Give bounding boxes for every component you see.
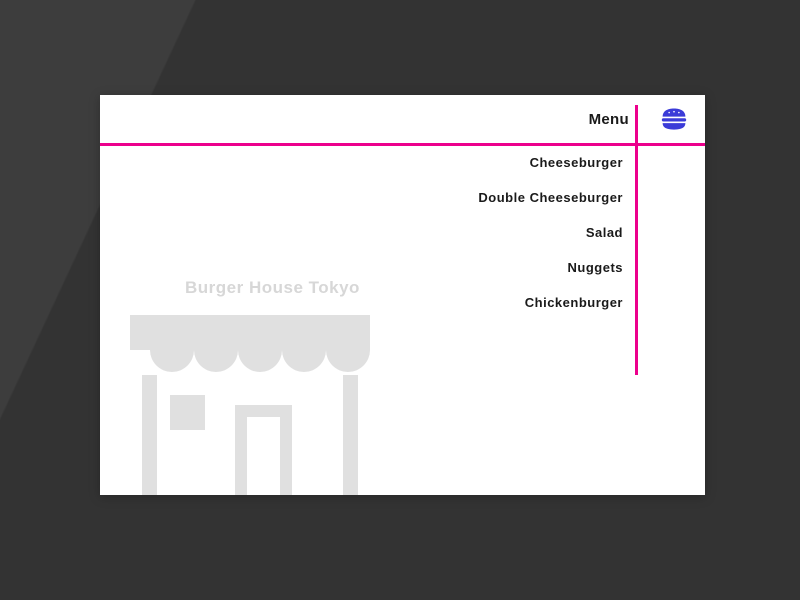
burger-icon[interactable] <box>661 108 687 130</box>
storefront-icon <box>120 295 380 495</box>
menu-list: Cheeseburger Double Cheeseburger Salad N… <box>478 155 623 310</box>
page-title: Menu <box>589 111 629 128</box>
horizontal-divider <box>100 143 705 146</box>
vertical-divider <box>635 105 638 375</box>
menu-item-nuggets[interactable]: Nuggets <box>478 260 623 275</box>
menu-item-salad[interactable]: Salad <box>478 225 623 240</box>
menu-item-cheeseburger[interactable]: Cheeseburger <box>478 155 623 170</box>
app-card: Menu Cheeseburger Double Cheeseburger Sa… <box>100 95 705 495</box>
menu-item-chickenburger[interactable]: Chickenburger <box>478 295 623 310</box>
menu-item-double-cheeseburger[interactable]: Double Cheeseburger <box>478 190 623 205</box>
header: Menu <box>100 95 705 143</box>
